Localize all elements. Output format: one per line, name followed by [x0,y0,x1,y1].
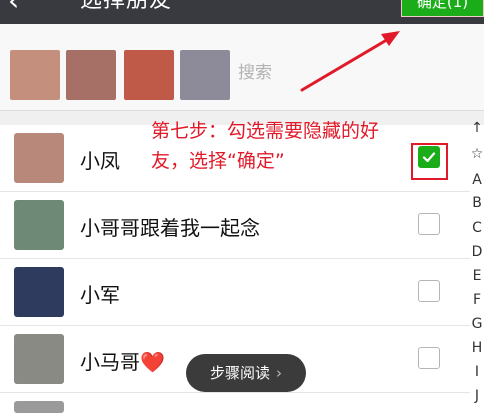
avatar [14,200,64,250]
selected-friend-thumb[interactable] [66,50,116,100]
index-letter[interactable]: I [470,364,484,380]
selected-friend-thumb[interactable] [180,50,230,100]
avatar [14,133,64,183]
friend-row[interactable] [0,393,470,413]
index-letter[interactable]: ☆ [470,146,484,162]
confirm-button[interactable]: 确定(1) [401,0,484,17]
friend-name: 小马哥❤️ [80,350,165,374]
friend-checkbox[interactable] [418,213,440,235]
annotation-line: 第七步：勾选需要隐藏的好 [151,120,380,142]
search-input[interactable] [238,63,358,83]
avatar [14,267,64,317]
index-letter[interactable]: ↑ [470,120,484,136]
index-letter[interactable]: E [470,268,484,284]
selected-friend-thumb[interactable] [10,50,60,100]
friend-name: 小哥哥跟着我一起念 [80,216,260,240]
alphabet-index-bar[interactable]: ↑ ☆ A B C D E F G H I J [470,120,484,409]
friend-name: 小凤 [80,149,120,173]
chevron-right-icon: › [276,364,282,382]
avatar [14,401,64,413]
index-letter[interactable]: C [470,220,484,236]
selected-friend-thumb[interactable] [124,50,174,100]
friend-checkbox[interactable] [418,347,440,369]
step-reading-label: 步骤阅读 [209,364,270,382]
index-letter[interactable]: A [470,172,484,188]
search-area [238,63,358,83]
highlight-box [411,143,448,180]
friend-name: 小军 [80,283,120,307]
index-letter[interactable]: G [470,316,484,332]
index-letter[interactable]: F [470,292,484,308]
index-letter[interactable]: D [470,244,484,260]
friend-row[interactable]: 小军 [0,259,470,326]
page-title: 选择朋友 [80,0,173,13]
index-letter[interactable]: B [470,195,484,211]
index-letter[interactable]: H [470,340,484,356]
friend-row[interactable]: 小哥哥跟着我一起念 [0,192,470,259]
index-letter[interactable]: J [470,388,484,404]
back-chevron-icon[interactable]: ‹ [8,0,19,15]
avatar [14,334,64,384]
step-reading-button[interactable]: 步骤阅读 › [186,354,306,392]
friend-checkbox[interactable] [418,280,440,302]
